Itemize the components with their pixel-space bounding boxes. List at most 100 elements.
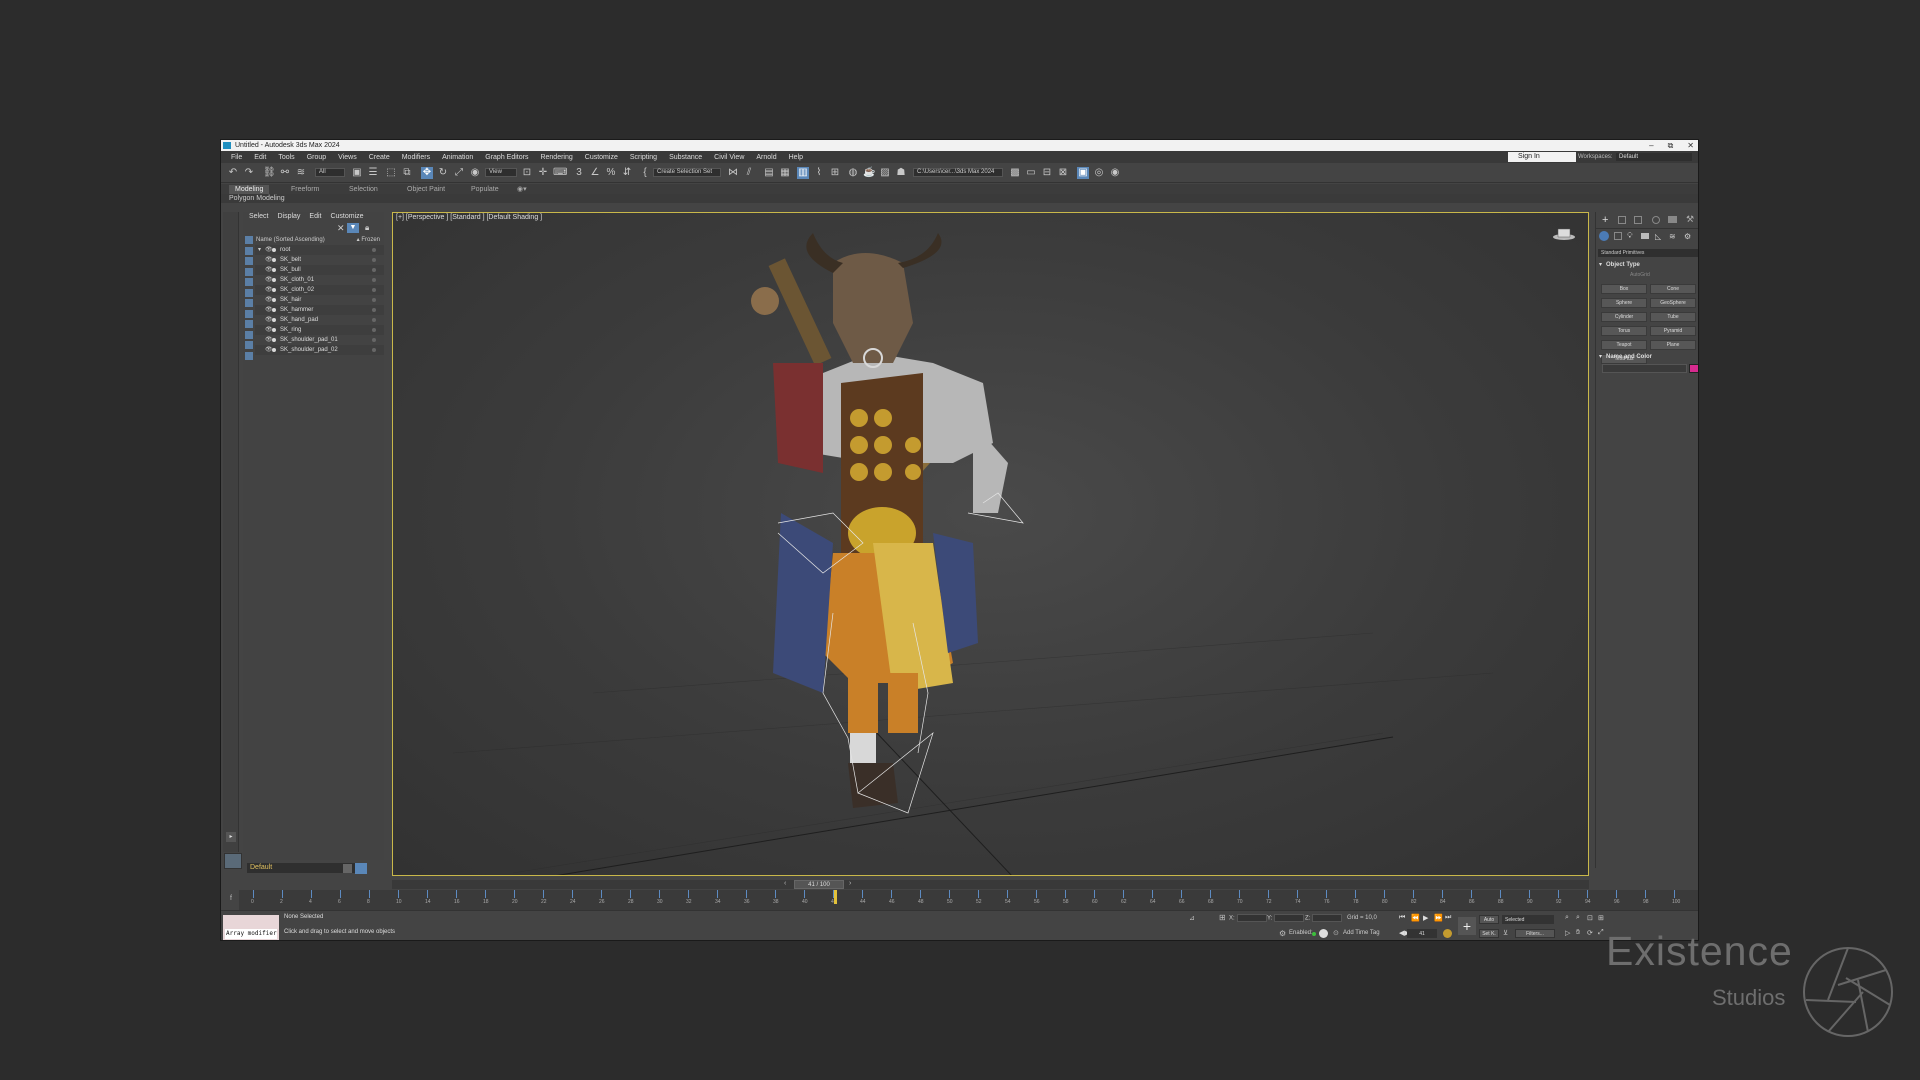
scene-row-sk-cloth-02[interactable]: 👁︎ SK_cloth_02	[255, 285, 384, 295]
arnold-render-icon[interactable]: ◎	[1093, 167, 1105, 179]
keyframe-marker[interactable]	[1413, 890, 1414, 898]
menu-substance[interactable]: Substance	[663, 154, 708, 161]
display-containers-icon[interactable]	[245, 330, 253, 339]
keyframe-marker[interactable]	[949, 890, 950, 898]
display-helpers-icon[interactable]	[245, 278, 253, 286]
menu-rendering[interactable]: Rendering	[534, 154, 578, 161]
teapot-button[interactable]: Teapot	[1601, 340, 1647, 350]
keyframe-marker[interactable]	[1558, 890, 1559, 898]
frozen-toggle[interactable]	[372, 298, 376, 302]
project-folder-dropdown[interactable]: C:\Users\cer...\3ds Max 2024	[913, 168, 1003, 177]
display-xrefs-icon[interactable]	[245, 309, 253, 318]
y-coord-input[interactable]	[1274, 914, 1305, 922]
keyframe-marker[interactable]	[659, 890, 660, 898]
scene-row-sk-hair[interactable]: 👁︎ SK_hair	[255, 295, 384, 305]
keyframe-marker[interactable]	[398, 890, 399, 898]
scene-row-sk-cloth-01[interactable]: 👁︎ SK_cloth_01	[255, 275, 384, 285]
play-icon[interactable]: ▶	[1423, 914, 1428, 922]
se-menu-edit[interactable]: Edit	[309, 212, 321, 222]
current-frame-marker[interactable]	[833, 890, 837, 904]
frozen-toggle[interactable]	[372, 308, 376, 312]
maxscript-listener[interactable]: Array modifier	[223, 915, 279, 940]
cone-button[interactable]: Cone	[1650, 284, 1696, 294]
project-folder-icon[interactable]: ▩	[1009, 167, 1021, 179]
time-tag-icon[interactable]: ⊙	[1333, 929, 1339, 937]
name-and-color-rollout[interactable]: ▾ Name and Color	[1596, 352, 1698, 362]
previous-key-icon[interactable]: ⏪	[1411, 914, 1420, 922]
keyframe-marker[interactable]	[485, 890, 486, 898]
keyframe-marker[interactable]	[746, 890, 747, 898]
se-menu-customize[interactable]: Customize	[330, 212, 363, 222]
named-selection-set-dropdown[interactable]: Create Selection Set	[653, 168, 721, 177]
open-explorer-icon[interactable]: ▭	[1025, 167, 1037, 179]
keyframe-marker[interactable]	[1123, 890, 1124, 898]
ribbon-panel-label[interactable]: Polygon Modeling	[221, 194, 1698, 203]
viewport-layout-icon[interactable]: ⊠	[1057, 167, 1069, 179]
edit-named-sets-icon[interactable]: {	[639, 167, 651, 179]
next-key-icon[interactable]: ⏩	[1434, 914, 1443, 922]
keyframe-marker[interactable]	[775, 890, 776, 898]
menu-views[interactable]: Views	[332, 154, 363, 161]
scale-icon[interactable]: ⤢	[453, 167, 465, 179]
rotate-icon[interactable]: ↻	[437, 167, 449, 179]
display-spacewarps-icon[interactable]	[245, 288, 253, 297]
next-frame-icon[interactable]: ›	[849, 880, 851, 887]
scene-row-sk-belt[interactable]: 👁︎ SK_belt	[255, 255, 384, 265]
scene-explorer-collapse-icon[interactable]: ▸	[226, 832, 236, 842]
scene-row-root[interactable]: ▾ 👁︎ root	[255, 245, 384, 255]
scene-explorer-header[interactable]: Name (Sorted Ascending) ▴ Frozen	[255, 236, 384, 245]
mirror-icon[interactable]: ⋈	[727, 167, 739, 179]
keyframe-marker[interactable]	[1645, 890, 1646, 898]
autogrid-checkbox[interactable]: AutoGrid	[1630, 272, 1650, 278]
ribbon-options-icon[interactable]: ◉▾	[511, 185, 533, 194]
pan-icon[interactable]: ✋︎	[1576, 929, 1580, 937]
menu-file[interactable]: File	[225, 154, 248, 161]
se-menu-select[interactable]: Select	[249, 212, 268, 222]
keyframe-marker[interactable]	[920, 890, 921, 898]
keyframe-marker[interactable]	[717, 890, 718, 898]
key-filter-dropdown[interactable]: Selected	[1502, 915, 1554, 924]
z-coord-input[interactable]	[1312, 914, 1343, 922]
scene-row-sk-hand-pad[interactable]: 👁︎ SK_hand_pad	[255, 315, 384, 325]
sign-in-button[interactable]: Sign In	[1508, 152, 1576, 162]
auto-key-button[interactable]: Auto	[1479, 915, 1499, 924]
menu-group[interactable]: Group	[301, 154, 332, 161]
time-slider-handle[interactable]: 41 / 100	[794, 880, 844, 889]
zoom-extents-all-icon[interactable]: ⊞	[1598, 914, 1604, 922]
keyframe-marker[interactable]	[1181, 890, 1182, 898]
workspaces-selector[interactable]: Workspaces: Default	[1578, 152, 1692, 162]
keyframe-marker[interactable]	[1355, 890, 1356, 898]
current-frame-input[interactable]: 41	[1407, 929, 1437, 938]
display-geometry-icon[interactable]	[245, 236, 253, 244]
ref-coord-dropdown[interactable]: View	[485, 168, 517, 177]
bind-spacewarp-icon[interactable]: ≋	[295, 167, 307, 179]
scene-explorer-icon[interactable]: ▥	[797, 167, 809, 179]
zoom-icon[interactable]: ⌕	[1565, 914, 1569, 922]
keyframe-marker[interactable]	[572, 890, 573, 898]
keyframe-marker[interactable]	[891, 890, 892, 898]
absolute-mode-icon[interactable]: ⊞	[1219, 913, 1226, 922]
modify-tab-icon[interactable]	[1618, 216, 1626, 224]
se-menu-display[interactable]: Display	[277, 212, 300, 222]
perspective-viewport[interactable]: [+] [Perspective ] [Standard ] [Default …	[392, 212, 1589, 876]
cameras-category-icon[interactable]	[1641, 233, 1649, 239]
undo-icon[interactable]: ↶	[227, 167, 239, 179]
scene-row-sk-ring[interactable]: 👁︎ SK_ring	[255, 325, 384, 335]
frozen-toggle[interactable]	[372, 248, 376, 252]
keyframe-marker[interactable]	[1297, 890, 1298, 898]
sphere-button[interactable]: Sphere	[1601, 298, 1647, 308]
shapes-category-icon[interactable]	[1614, 232, 1622, 240]
menu-modifiers[interactable]: Modifiers	[396, 154, 436, 161]
keyframe-marker[interactable]	[456, 890, 457, 898]
keyframe-marker[interactable]	[1326, 890, 1327, 898]
keyframe-marker[interactable]	[311, 890, 312, 898]
tab-modeling[interactable]: Modeling	[229, 185, 270, 194]
menu-create[interactable]: Create	[363, 154, 396, 161]
spacewarps-category-icon[interactable]: ≋	[1669, 232, 1676, 241]
scene-row-sk-hammer[interactable]: 👁︎ SK_hammer	[255, 305, 384, 315]
torus-button[interactable]: Torus	[1601, 326, 1647, 336]
scene-row-sk-shoulder-pad-02[interactable]: 👁︎ SK_shoulder_pad_02	[255, 345, 384, 355]
keyframe-marker[interactable]	[1529, 890, 1530, 898]
x-coord-input[interactable]	[1236, 914, 1267, 922]
object-type-rollout[interactable]: ▾ Object Type	[1596, 260, 1698, 270]
